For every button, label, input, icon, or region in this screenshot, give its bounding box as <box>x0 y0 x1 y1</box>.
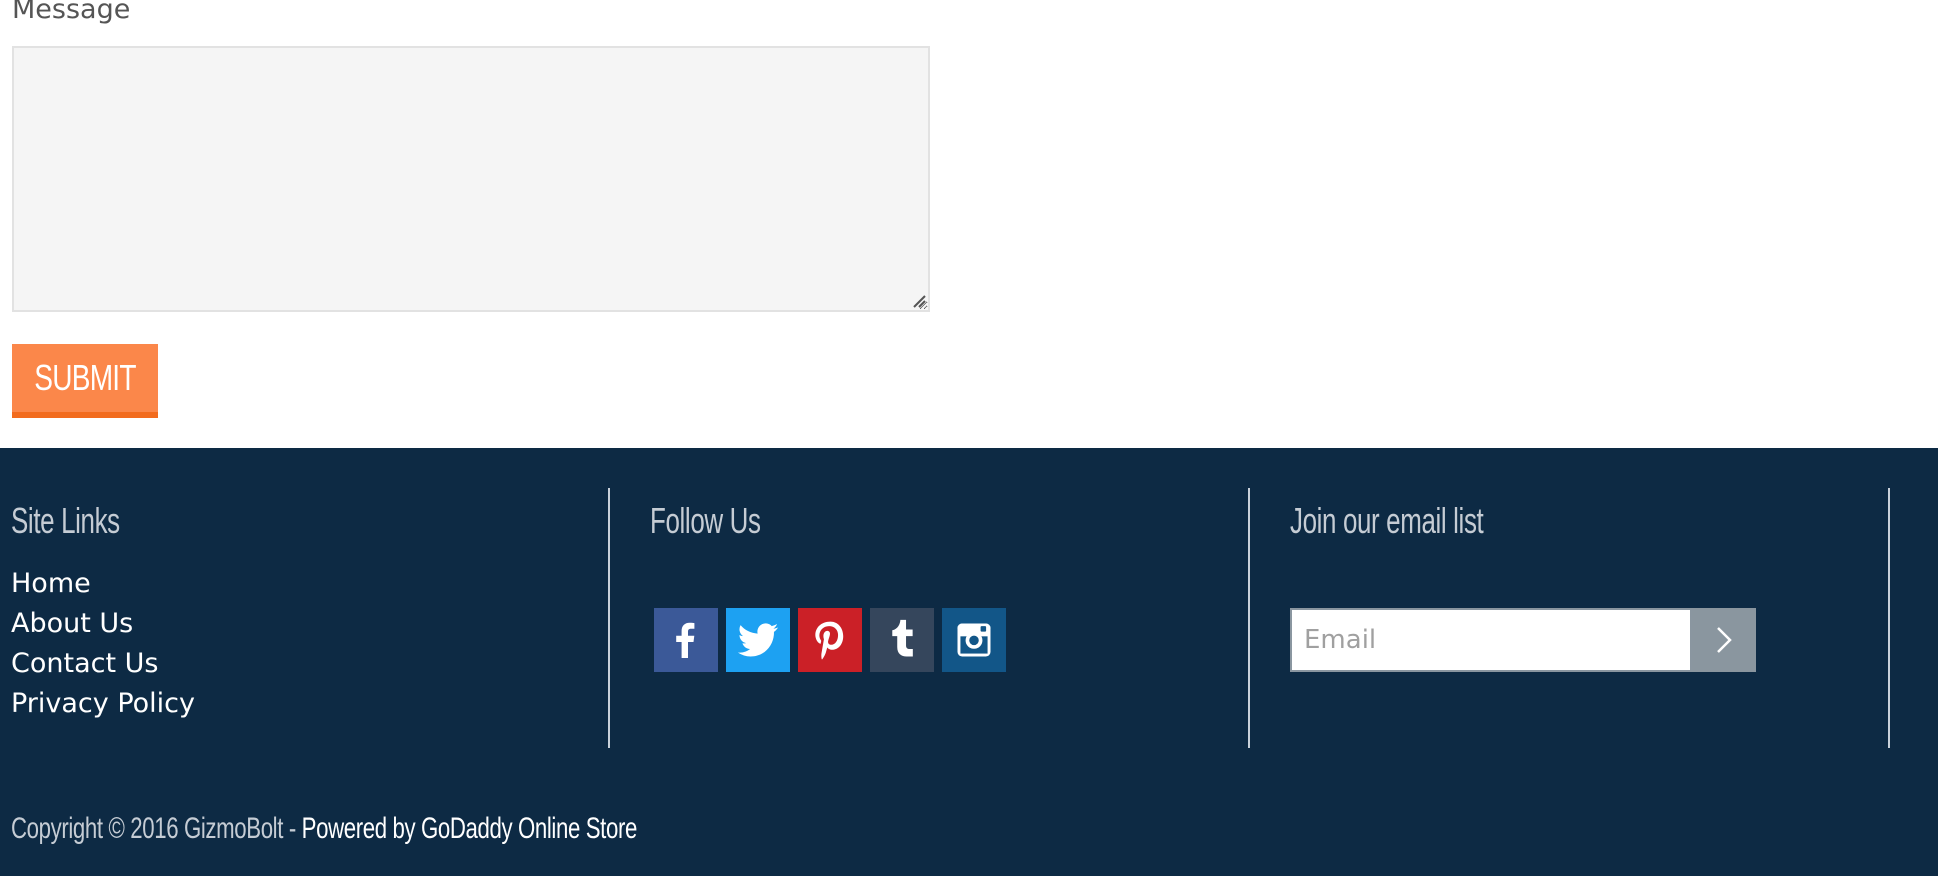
column-divider <box>1888 488 1890 748</box>
facebook-link[interactable] <box>654 608 718 672</box>
copyright-line: Copyright © 2016 GizmoBolt - Powered by … <box>11 812 637 846</box>
follow-us-section: Follow Us <box>640 488 1248 748</box>
social-links <box>654 608 1006 672</box>
submit-button[interactable]: SUBMIT <box>12 344 158 418</box>
facebook-icon <box>676 622 695 658</box>
pinterest-icon <box>815 621 844 660</box>
site-links-section: Site Links Home About Us Contact Us Priv… <box>0 488 608 748</box>
column-divider <box>1248 488 1250 748</box>
twitter-link[interactable] <box>726 608 790 672</box>
email-signup-form <box>1290 608 1756 672</box>
submit-button-label: SUBMIT <box>34 357 136 398</box>
column-divider <box>608 488 610 748</box>
tumblr-icon <box>892 619 913 657</box>
link-about-us[interactable]: About Us <box>11 608 133 639</box>
message-textarea[interactable] <box>12 46 930 312</box>
site-links-list: Home About Us Contact Us Privacy Policy <box>11 564 195 724</box>
message-label: Message <box>12 0 131 25</box>
chevron-right-icon <box>1717 627 1732 653</box>
copyright-text: Copyright © 2016 GizmoBolt <box>11 812 284 845</box>
contact-form: Message SUBMIT <box>0 0 1938 448</box>
twitter-icon <box>737 623 779 657</box>
email-submit-button[interactable] <box>1692 608 1756 672</box>
site-link-item: About Us <box>11 604 195 644</box>
link-contact-us[interactable]: Contact Us <box>11 648 158 679</box>
instagram-icon <box>957 623 991 657</box>
email-list-section: Join our email list <box>1280 488 1888 748</box>
powered-by-link[interactable]: Powered by GoDaddy Online Store <box>302 812 638 845</box>
instagram-link[interactable] <box>942 608 1006 672</box>
follow-us-title: Follow Us <box>650 500 761 541</box>
site-link-item: Home <box>11 564 195 604</box>
site-links-title: Site Links <box>11 500 120 541</box>
tumblr-link[interactable] <box>870 608 934 672</box>
link-privacy-policy[interactable]: Privacy Policy <box>11 688 195 719</box>
site-footer: Site Links Home About Us Contact Us Priv… <box>0 448 1938 876</box>
copyright-separator: - <box>283 812 302 845</box>
pinterest-link[interactable] <box>798 608 862 672</box>
email-input[interactable] <box>1290 608 1692 672</box>
link-home[interactable]: Home <box>11 568 91 599</box>
site-link-item: Privacy Policy <box>11 684 195 724</box>
email-list-title: Join our email list <box>1290 500 1484 541</box>
site-link-item: Contact Us <box>11 644 195 684</box>
